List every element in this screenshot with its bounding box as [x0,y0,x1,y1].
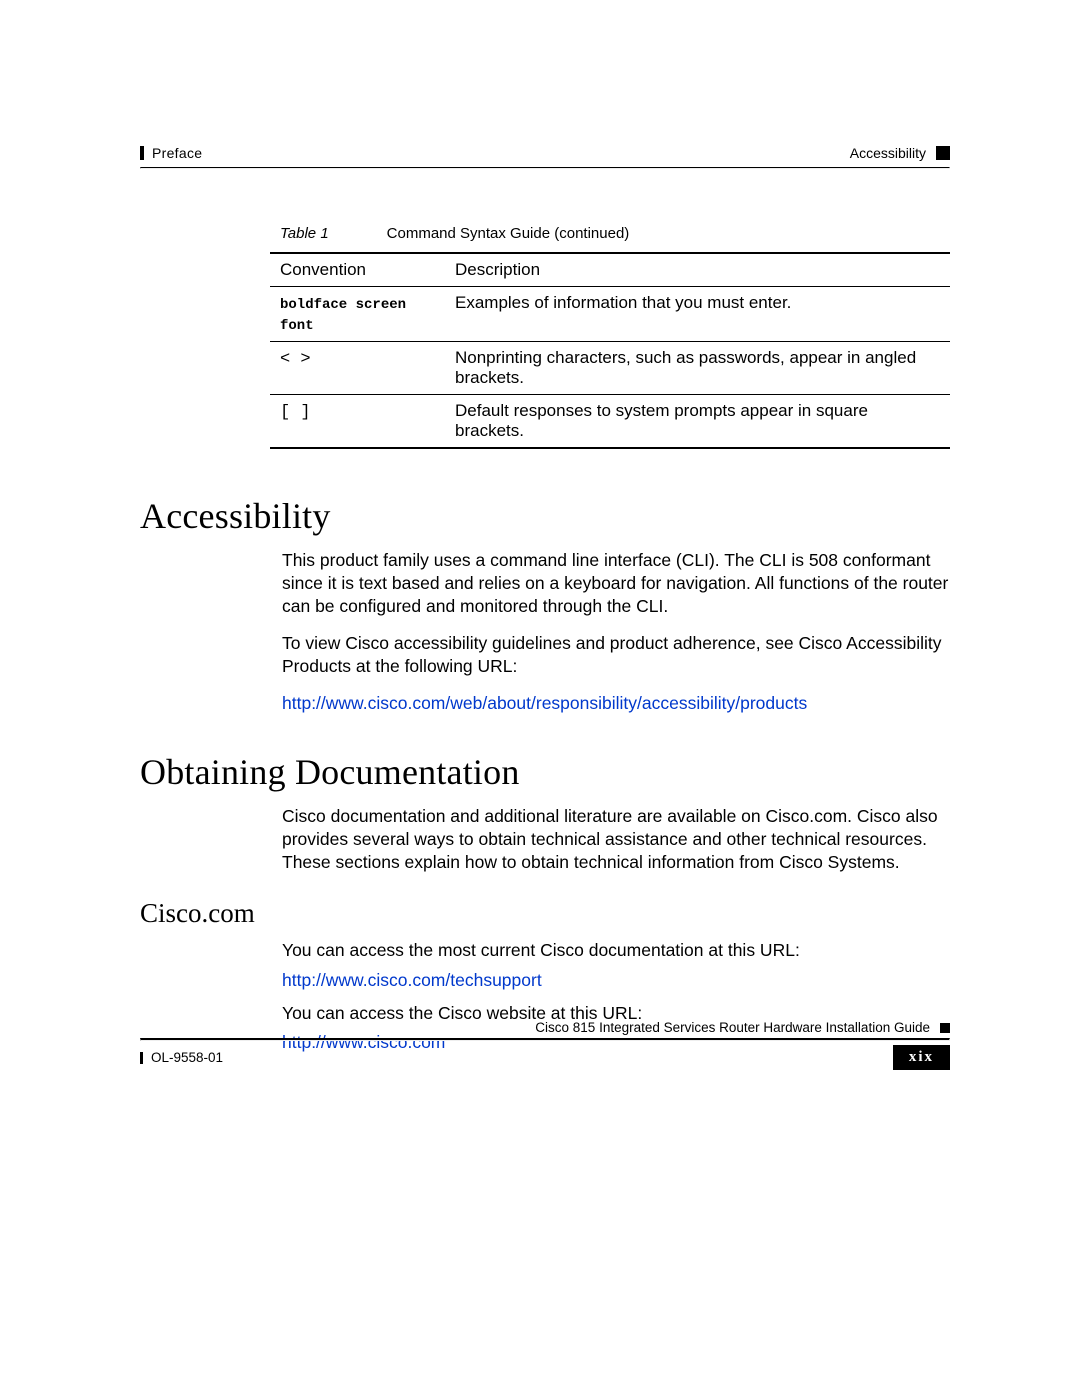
table-title: Command Syntax Guide (continued) [387,225,630,242]
header-right: Accessibility [850,145,950,161]
page: Preface Accessibility Table 1 Command Sy… [0,0,1080,1397]
running-footer: Cisco 815 Integrated Services Router Har… [140,1020,950,1070]
table-header-row: Convention Description [270,253,950,287]
header-bar-icon [140,146,144,160]
footer-left: OL-9558-01 [140,1050,223,1065]
convention-cell: boldface screen font [280,297,406,334]
table-number: Table 1 [280,225,329,242]
footer-rule [140,1038,950,1041]
page-number: xix [893,1045,950,1070]
footer-doc-id: OL-9558-01 [151,1050,223,1065]
header-left: Preface [140,145,202,161]
table-row: < > Nonprinting characters, such as pass… [270,341,950,394]
obtaining-section: Obtaining Documentation Cisco documentat… [140,751,950,874]
table-row: boldface screen font Examples of informa… [270,287,950,342]
th-convention: Convention [270,253,445,287]
table-block: Table 1 Command Syntax Guide (continued)… [140,225,950,449]
header-rule [140,167,950,169]
accessibility-link[interactable]: http://www.cisco.com/web/about/responsib… [282,693,807,713]
accessibility-heading: Accessibility [140,495,950,537]
convention-cell: [ ] [280,403,311,422]
table-caption: Table 1 Command Syntax Guide (continued) [270,225,950,242]
footer-doc-title: Cisco 815 Integrated Services Router Har… [535,1020,930,1035]
techsupport-link[interactable]: http://www.cisco.com/techsupport [282,970,542,990]
obtaining-heading: Obtaining Documentation [140,751,950,793]
cisco-com-heading: Cisco.com [140,898,950,929]
syntax-table: Convention Description boldface screen f… [270,252,950,449]
table-row: [ ] Default responses to system prompts … [270,394,950,448]
description-cell: Default responses to system prompts appe… [445,394,950,448]
cisco-com-p1: You can access the most current Cisco do… [282,939,950,962]
footer-bar-icon [140,1052,143,1064]
description-cell: Examples of information that you must en… [445,287,950,342]
th-description: Description [445,253,950,287]
header-section-label: Accessibility [850,145,926,161]
accessibility-p1: This product family uses a command line … [282,549,950,618]
header-square-icon [936,146,950,160]
header-chapter-label: Preface [152,145,202,161]
accessibility-p2: To view Cisco accessibility guidelines a… [282,632,950,678]
obtaining-p1: Cisco documentation and additional liter… [282,805,950,874]
footer-square-icon [940,1023,950,1033]
convention-cell: < > [280,350,311,369]
running-header: Preface Accessibility [140,145,950,169]
accessibility-section: Accessibility This product family uses a… [140,495,950,716]
description-cell: Nonprinting characters, such as password… [445,341,950,394]
